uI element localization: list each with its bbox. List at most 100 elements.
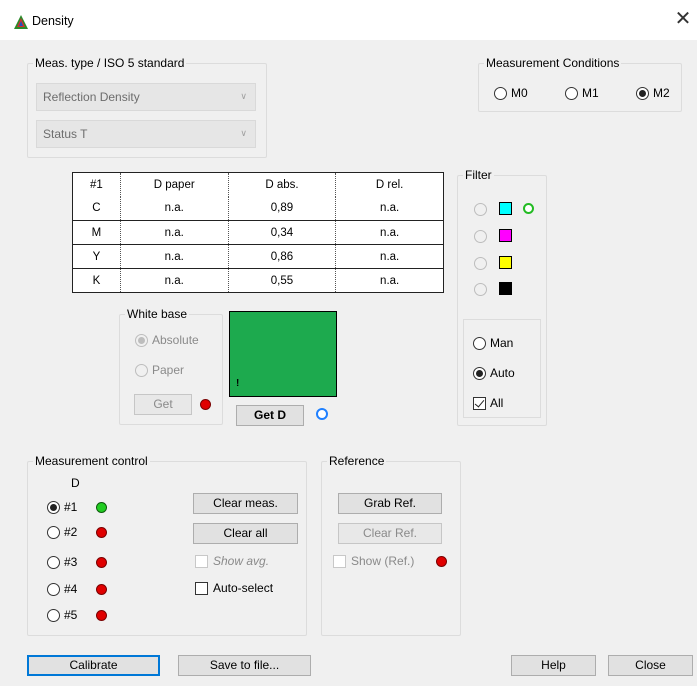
show-ref-label: Show (Ref.) xyxy=(351,554,415,568)
auto-select-checkbox[interactable] xyxy=(195,582,208,595)
table-cell: n.a. xyxy=(119,244,229,269)
density-table: #1 D paper D abs. D rel. C n.a. 0,89 n.a… xyxy=(72,172,444,293)
chevron-down-icon: ∨ xyxy=(240,128,247,138)
chevron-down-icon: ∨ xyxy=(240,91,247,101)
meas-type-legend: Meas. type / ISO 5 standard xyxy=(35,56,185,70)
cyan-swatch xyxy=(499,202,512,215)
table-cell: Y xyxy=(72,244,121,269)
save-to-file-button[interactable]: Save to file... xyxy=(178,655,311,676)
filter-auto-label: Auto xyxy=(490,366,515,380)
get-d-button[interactable]: Get D xyxy=(236,405,304,426)
table-header: D paper xyxy=(119,172,229,197)
measurement-conditions-group: Measurement Conditions xyxy=(478,56,682,112)
clear-all-button[interactable]: Clear all xyxy=(193,523,298,544)
auto-select-label: Auto-select xyxy=(213,581,274,595)
table-row[interactable]: K n.a. 0,55 n.a. xyxy=(72,268,444,293)
table-cell: 0,34 xyxy=(227,220,336,245)
window-title: Density xyxy=(32,14,74,28)
table-cell: n.a. xyxy=(119,196,229,221)
grab-ref-button[interactable]: Grab Ref. xyxy=(338,493,442,514)
filter-all-checkbox[interactable] xyxy=(473,397,486,410)
slot-5-status-icon xyxy=(96,610,107,621)
table-cell: n.a. xyxy=(119,268,229,293)
absolute-radio[interactable] xyxy=(135,334,148,347)
table-cell: n.a. xyxy=(335,220,444,245)
slot-4-radio[interactable] xyxy=(47,583,60,596)
filter-man-radio[interactable] xyxy=(473,337,486,350)
slot-3-status-icon xyxy=(96,557,107,568)
slot-2-label: #2 xyxy=(64,525,78,539)
get-white-button[interactable]: Get xyxy=(134,394,192,415)
clear-ref-button[interactable]: Clear Ref. xyxy=(338,523,442,544)
clear-meas-button[interactable]: Clear meas. xyxy=(193,493,298,514)
close-button[interactable]: Close xyxy=(608,655,693,676)
slot-1-radio[interactable] xyxy=(47,501,60,514)
show-ref-checkbox[interactable] xyxy=(333,555,346,568)
table-header-row: #1 D paper D abs. D rel. xyxy=(72,172,444,197)
black-swatch xyxy=(499,282,512,295)
m0-label: M0 xyxy=(511,86,528,100)
filter-black-radio[interactable] xyxy=(474,283,487,296)
table-header: #1 xyxy=(72,172,121,197)
slot-2-radio[interactable] xyxy=(47,526,60,539)
slot-1-status-icon xyxy=(96,502,107,513)
table-row[interactable]: C n.a. 0,89 n.a. xyxy=(72,196,444,221)
table-cell: C xyxy=(72,196,121,221)
paper-radio[interactable] xyxy=(135,364,148,377)
slot-5-radio[interactable] xyxy=(47,609,60,622)
show-avg-label: Show avg. xyxy=(213,554,270,568)
slot-3-label: #3 xyxy=(64,555,78,569)
show-avg-checkbox[interactable] xyxy=(195,555,208,568)
m1-label: M1 xyxy=(582,86,599,100)
status-combo[interactable]: Status T ∨ xyxy=(36,120,256,148)
title-bar xyxy=(0,0,697,40)
preview-marker: ! xyxy=(236,378,240,389)
filter-cyan-radio[interactable] xyxy=(474,203,487,216)
slot-4-status-icon xyxy=(96,584,107,595)
reference-legend: Reference xyxy=(329,454,385,468)
close-icon[interactable]: ✕ xyxy=(673,8,693,30)
table-cell: n.a. xyxy=(335,244,444,269)
white-base-status-icon xyxy=(200,399,211,410)
measurement-control-legend: Measurement control xyxy=(35,454,148,468)
filter-man-label: Man xyxy=(490,336,514,350)
d-column-label: D xyxy=(71,476,80,490)
table-cell: n.a. xyxy=(119,220,229,245)
filter-legend: Filter xyxy=(465,168,492,182)
meas-type-value: Reflection Density xyxy=(43,90,140,104)
m2-label: M2 xyxy=(653,86,670,100)
slot-3-radio[interactable] xyxy=(47,556,60,569)
table-row[interactable]: M n.a. 0,34 n.a. xyxy=(72,220,444,245)
slot-2-status-icon xyxy=(96,527,107,538)
filter-auto-radio[interactable] xyxy=(473,367,486,380)
reference-status-icon xyxy=(436,556,447,567)
color-preview xyxy=(229,311,337,397)
table-cell: 0,55 xyxy=(227,268,336,293)
white-base-legend: White base xyxy=(127,307,188,321)
yellow-swatch xyxy=(499,256,512,269)
absolute-label: Absolute xyxy=(152,333,199,347)
table-cell: K xyxy=(72,268,121,293)
table-cell: 0,89 xyxy=(227,196,336,221)
m1-radio[interactable] xyxy=(565,87,578,100)
help-button[interactable]: Help xyxy=(511,655,596,676)
table-header: D abs. xyxy=(227,172,336,197)
magenta-swatch xyxy=(499,229,512,242)
filter-magenta-radio[interactable] xyxy=(474,230,487,243)
table-row[interactable]: Y n.a. 0,86 n.a. xyxy=(72,244,444,269)
calibrate-button[interactable]: Calibrate xyxy=(27,655,160,676)
m0-radio[interactable] xyxy=(494,87,507,100)
table-cell: n.a. xyxy=(335,268,444,293)
table-cell: 0,86 xyxy=(227,244,336,269)
filter-all-label: All xyxy=(490,396,504,410)
meas-type-combo[interactable]: Reflection Density ∨ xyxy=(36,83,256,111)
slot-5-label: #5 xyxy=(64,608,78,622)
slot-4-label: #4 xyxy=(64,582,78,596)
table-cell: n.a. xyxy=(335,196,444,221)
density-app-icon xyxy=(14,15,28,29)
paper-label: Paper xyxy=(152,363,185,377)
status-value: Status T xyxy=(43,127,88,141)
m2-radio[interactable] xyxy=(636,87,649,100)
table-header: D rel. xyxy=(335,172,444,197)
filter-yellow-radio[interactable] xyxy=(474,257,487,270)
